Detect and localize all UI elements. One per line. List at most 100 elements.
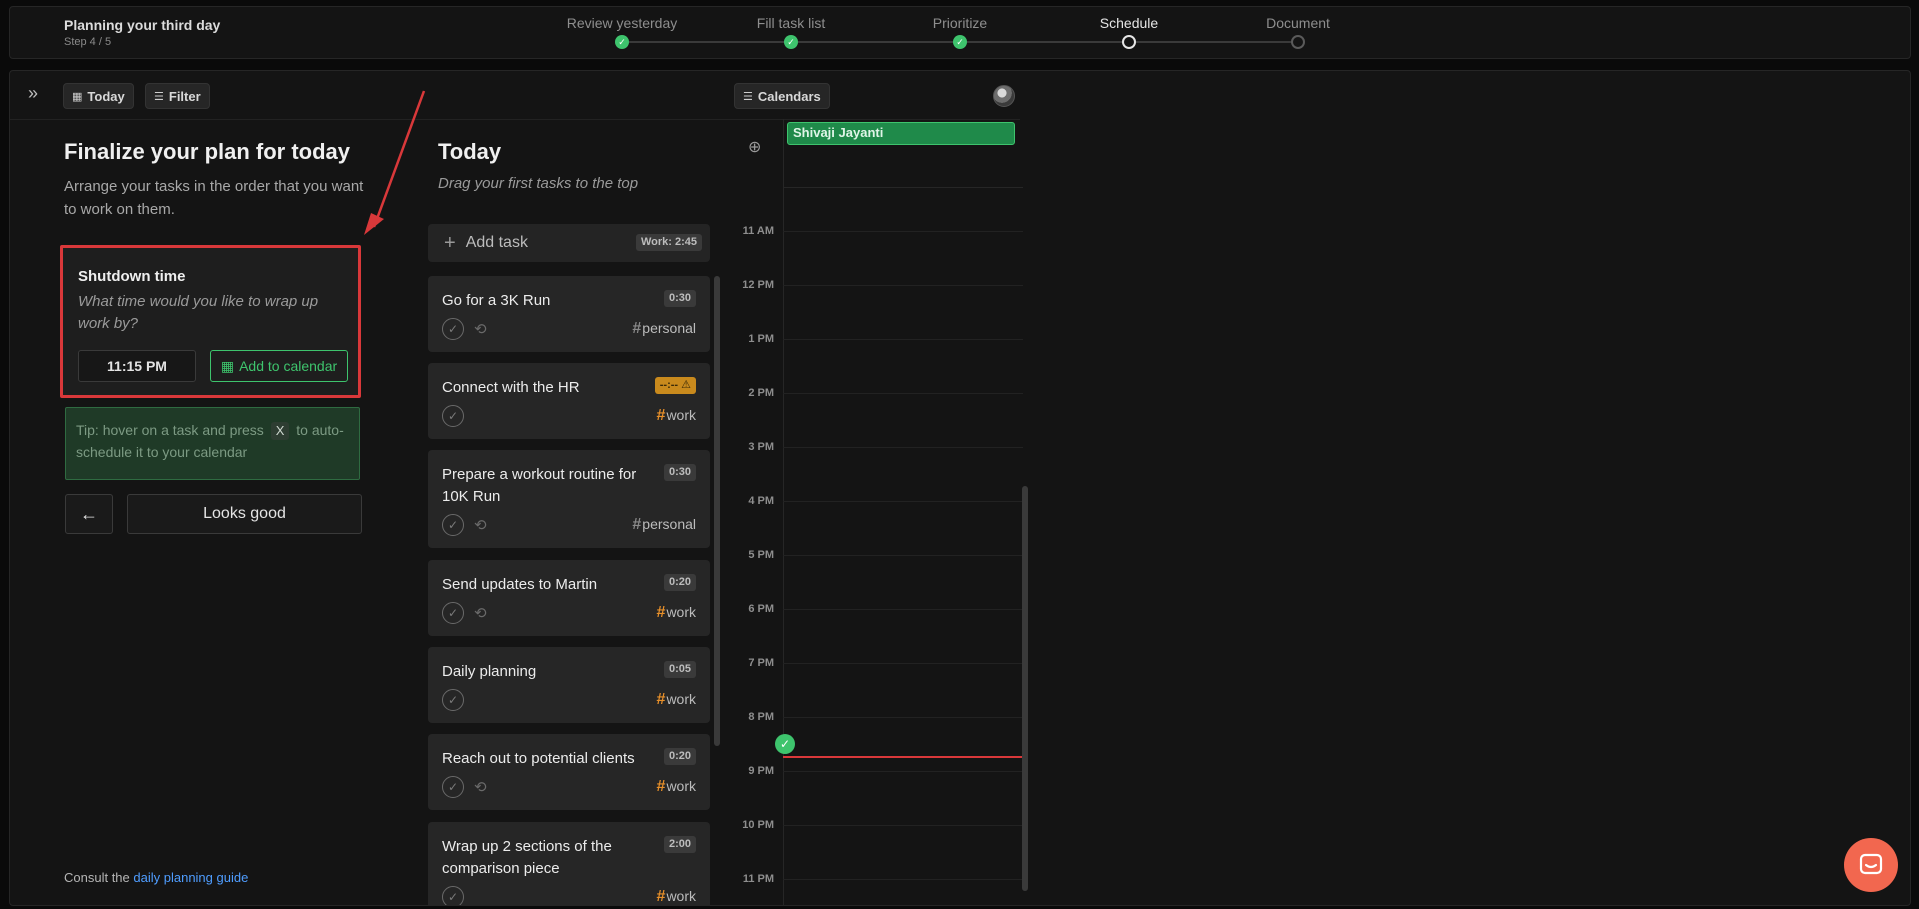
chat-launcher-button[interactable]	[1844, 838, 1898, 892]
add-to-calendar-label: Add to calendar	[239, 358, 338, 374]
hour-label: 4 PM	[748, 495, 774, 507]
hour-label: 2 PM	[748, 387, 774, 399]
task-title: Send updates to Martin	[442, 576, 598, 593]
hour-label: 7 PM	[748, 657, 774, 669]
hour-row: 3 PM	[732, 441, 1023, 453]
add-task-button[interactable]: + Add task Work: 2:45	[428, 224, 710, 262]
step-schedule[interactable]: Schedule	[1044, 15, 1214, 49]
hour-label: 11 PM	[742, 873, 774, 885]
task-title: Reach out to potential clients	[442, 750, 635, 767]
task-tag[interactable]: #work	[657, 888, 696, 905]
task-duration[interactable]: 0:20	[663, 748, 696, 765]
task-tag[interactable]: #work	[657, 604, 696, 622]
shutdown-time-card: Shutdown time What time would you like t…	[60, 245, 361, 398]
complete-check-icon[interactable]: ✓	[442, 776, 464, 798]
current-time-line	[783, 756, 1023, 758]
hour-row: 4 PM	[732, 495, 1023, 507]
calendars-label: Calendars	[757, 88, 821, 104]
expand-sidebar-icon[interactable]: »	[28, 83, 38, 104]
task-card[interactable]: Reach out to potential clients 0:20 ✓ ⟲ …	[428, 734, 710, 810]
step-fill-task-list[interactable]: Fill task list ✓	[706, 15, 876, 49]
recurring-icon: ⟲	[474, 517, 487, 534]
hour-row: 12 PM	[732, 279, 1023, 291]
allday-event[interactable]: Shivaji Jayanti	[787, 122, 1015, 145]
calendar-scrollbar[interactable]	[1022, 486, 1028, 891]
task-duration-warning[interactable]: --:-- ⚠	[654, 377, 696, 394]
complete-check-icon[interactable]: ✓	[442, 318, 464, 340]
check-icon: ✓	[784, 35, 798, 49]
task-title: Wrap up 2 sections of the comparison pie…	[442, 838, 612, 877]
hour-label: 3 PM	[748, 441, 774, 453]
task-tag[interactable]: #personal	[632, 320, 696, 338]
task-list: Go for a 3K Run 0:30 ✓ ⟲ #personal Conne…	[428, 276, 710, 905]
add-task-label: Add task	[465, 234, 528, 251]
filter-icon: ☰	[154, 90, 164, 103]
looks-good-button[interactable]: Looks good	[127, 494, 362, 534]
task-card[interactable]: Wrap up 2 sections of the comparison pie…	[428, 822, 710, 905]
calendar-day-view: Shivaji Jayanti 11 AM 12 PM 1 PM 2 PM 3 …	[732, 119, 1023, 905]
task-duration[interactable]: 0:20	[663, 574, 696, 591]
hour-row: 7 PM	[732, 657, 1023, 669]
hour-label: 1 PM	[748, 333, 774, 345]
today-label: Today	[87, 88, 125, 104]
back-button[interactable]: ←	[65, 494, 113, 534]
complete-check-icon[interactable]: ✓	[442, 514, 464, 536]
today-heading: Today	[438, 139, 502, 164]
step-prioritize[interactable]: Prioritize ✓	[875, 15, 1045, 49]
chat-icon	[1859, 853, 1883, 875]
hour-row: 10 PM	[732, 819, 1023, 831]
shutdown-title: Shutdown time	[78, 268, 186, 285]
step-document[interactable]: Document	[1213, 15, 1383, 49]
complete-check-icon[interactable]: ✓	[442, 405, 464, 427]
task-card[interactable]: Send updates to Martin 0:20 ✓ ⟲ #work	[428, 560, 710, 636]
task-card[interactable]: Daily planning 0:05 ✓ #work	[428, 647, 710, 723]
pending-step-icon	[1291, 35, 1305, 49]
complete-check-icon[interactable]: ✓	[442, 689, 464, 711]
annotation-arrow-icon	[364, 90, 426, 235]
hour-label: 12 PM	[742, 279, 774, 291]
hour-row: 6 PM	[732, 603, 1023, 615]
tip-text-start: Tip: hover on a task and press	[76, 422, 264, 438]
shortcut-key: X	[270, 422, 290, 440]
complete-check-icon[interactable]: ✓	[442, 886, 464, 905]
task-tag[interactable]: #personal	[632, 516, 696, 534]
step-label: Prioritize	[932, 15, 988, 31]
task-tag[interactable]: #work	[657, 778, 696, 796]
hour-row: 9 PM	[732, 765, 1023, 777]
task-duration[interactable]: 0:05	[663, 661, 696, 678]
drag-hint: Drag your first tasks to the top	[438, 175, 639, 192]
task-list-scrollbar[interactable]	[714, 276, 720, 746]
task-tag[interactable]: #work	[657, 407, 696, 425]
hour-label: 10 PM	[742, 819, 774, 831]
hour-row: 1 PM	[732, 333, 1023, 345]
step-review-yesterday[interactable]: Review yesterday ✓	[537, 15, 707, 49]
complete-check-icon[interactable]: ✓	[442, 602, 464, 624]
calendars-button[interactable]: ☰ Calendars	[734, 83, 830, 109]
hour-row: 5 PM	[732, 549, 1023, 561]
calendar-icon: ▦	[72, 90, 83, 103]
arrow-left-icon: ←	[80, 503, 98, 524]
filter-button[interactable]: ☰ Filter	[145, 83, 210, 109]
finalize-description: Arrange your tasks in the order that you…	[64, 178, 364, 218]
recurring-icon: ⟲	[474, 605, 487, 622]
shutdown-time-input[interactable]	[78, 350, 196, 382]
auto-schedule-tip: Tip: hover on a task and press X to auto…	[65, 407, 360, 480]
task-tag[interactable]: #work	[657, 691, 696, 709]
task-duration[interactable]: 2:00	[663, 836, 696, 853]
work-total-badge: Work: 2:45	[635, 234, 702, 251]
task-title: Prepare a workout routine for 10K Run	[442, 466, 637, 505]
task-card[interactable]: Go for a 3K Run 0:30 ✓ ⟲ #personal	[428, 276, 710, 352]
daily-planning-guide-link[interactable]: daily planning guide	[133, 870, 248, 885]
task-card[interactable]: Connect with the HR --:-- ⚠ ✓ #work	[428, 363, 710, 439]
add-to-calendar-button[interactable]: ▦ Add to calendar	[210, 350, 348, 382]
shutdown-marker-check-icon[interactable]: ✓	[775, 734, 795, 754]
time-gutter-divider	[783, 119, 784, 905]
task-title: Go for a 3K Run	[442, 292, 551, 309]
task-duration[interactable]: 0:30	[663, 290, 696, 307]
today-button[interactable]: ▦ Today	[63, 83, 134, 109]
avatar[interactable]	[993, 85, 1015, 107]
calendar-icon: ▦	[220, 357, 235, 374]
filter-label: Filter	[168, 88, 201, 104]
task-card[interactable]: Prepare a workout routine for 10K Run 0:…	[428, 450, 710, 548]
task-duration[interactable]: 0:30	[663, 464, 696, 481]
